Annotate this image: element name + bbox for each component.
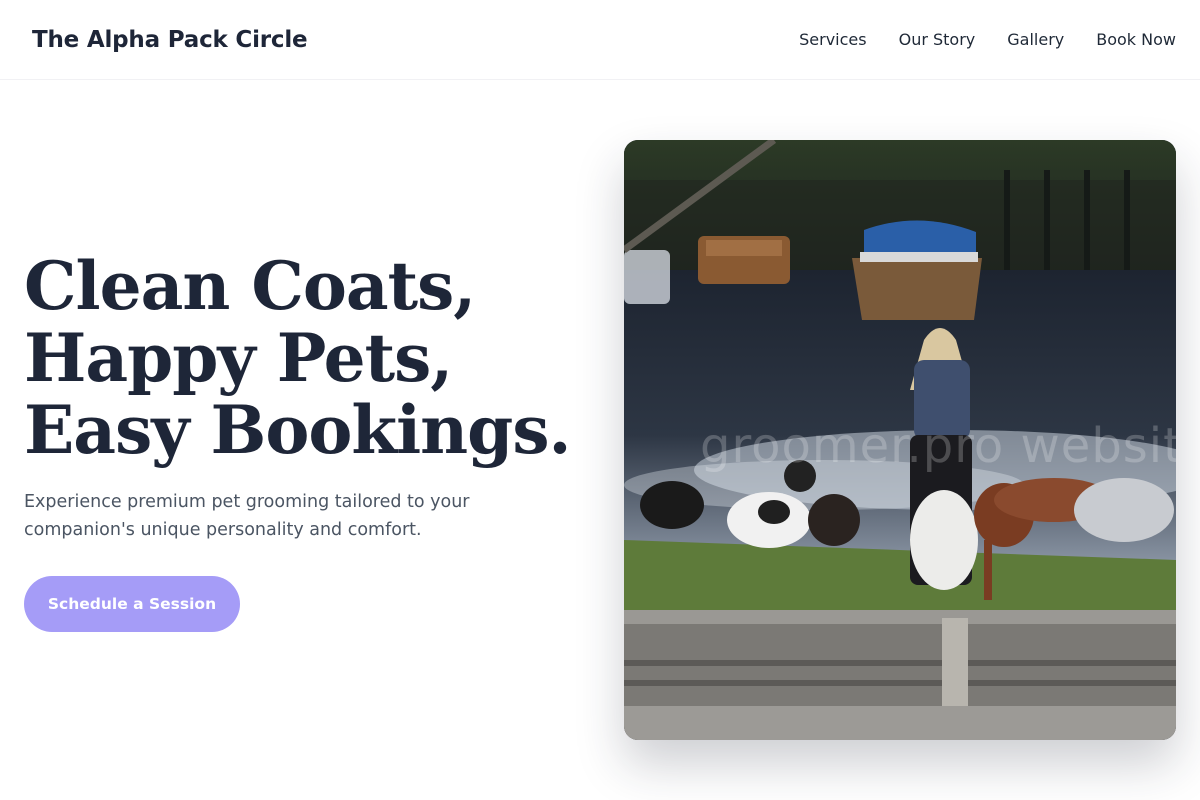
nav-book-now[interactable]: Book Now <box>1096 30 1176 49</box>
hero-subtext: Experience premium pet grooming tailored… <box>24 492 470 540</box>
hero-section: Clean Coats, Happy Pets, Easy Bookings. … <box>24 250 584 544</box>
boat-right <box>852 220 982 320</box>
boat-left <box>698 236 790 284</box>
main-nav: Services Our Story Gallery Book Now <box>799 30 1176 49</box>
hero-headline: Clean Coats, Happy Pets, Easy Bookings. <box>24 250 584 466</box>
schedule-session-button[interactable]: Schedule a Session <box>24 576 240 632</box>
headline-line-3: Easy Bookings. <box>24 391 571 469</box>
nav-gallery[interactable]: Gallery <box>1007 30 1064 49</box>
headline-line-2: Happy Pets, <box>24 319 453 397</box>
nav-services[interactable]: Services <box>799 30 866 49</box>
top-navbar: The Alpha Pack Circle Services Our Story… <box>0 0 1200 80</box>
hero-photo: groomer.pro website <box>624 140 1176 740</box>
nav-our-story[interactable]: Our Story <box>899 30 976 49</box>
brand-logo[interactable]: The Alpha Pack Circle <box>32 27 308 53</box>
headline-line-1: Clean Coats, <box>24 247 476 325</box>
photo-watermark: groomer.pro website <box>700 418 1176 474</box>
